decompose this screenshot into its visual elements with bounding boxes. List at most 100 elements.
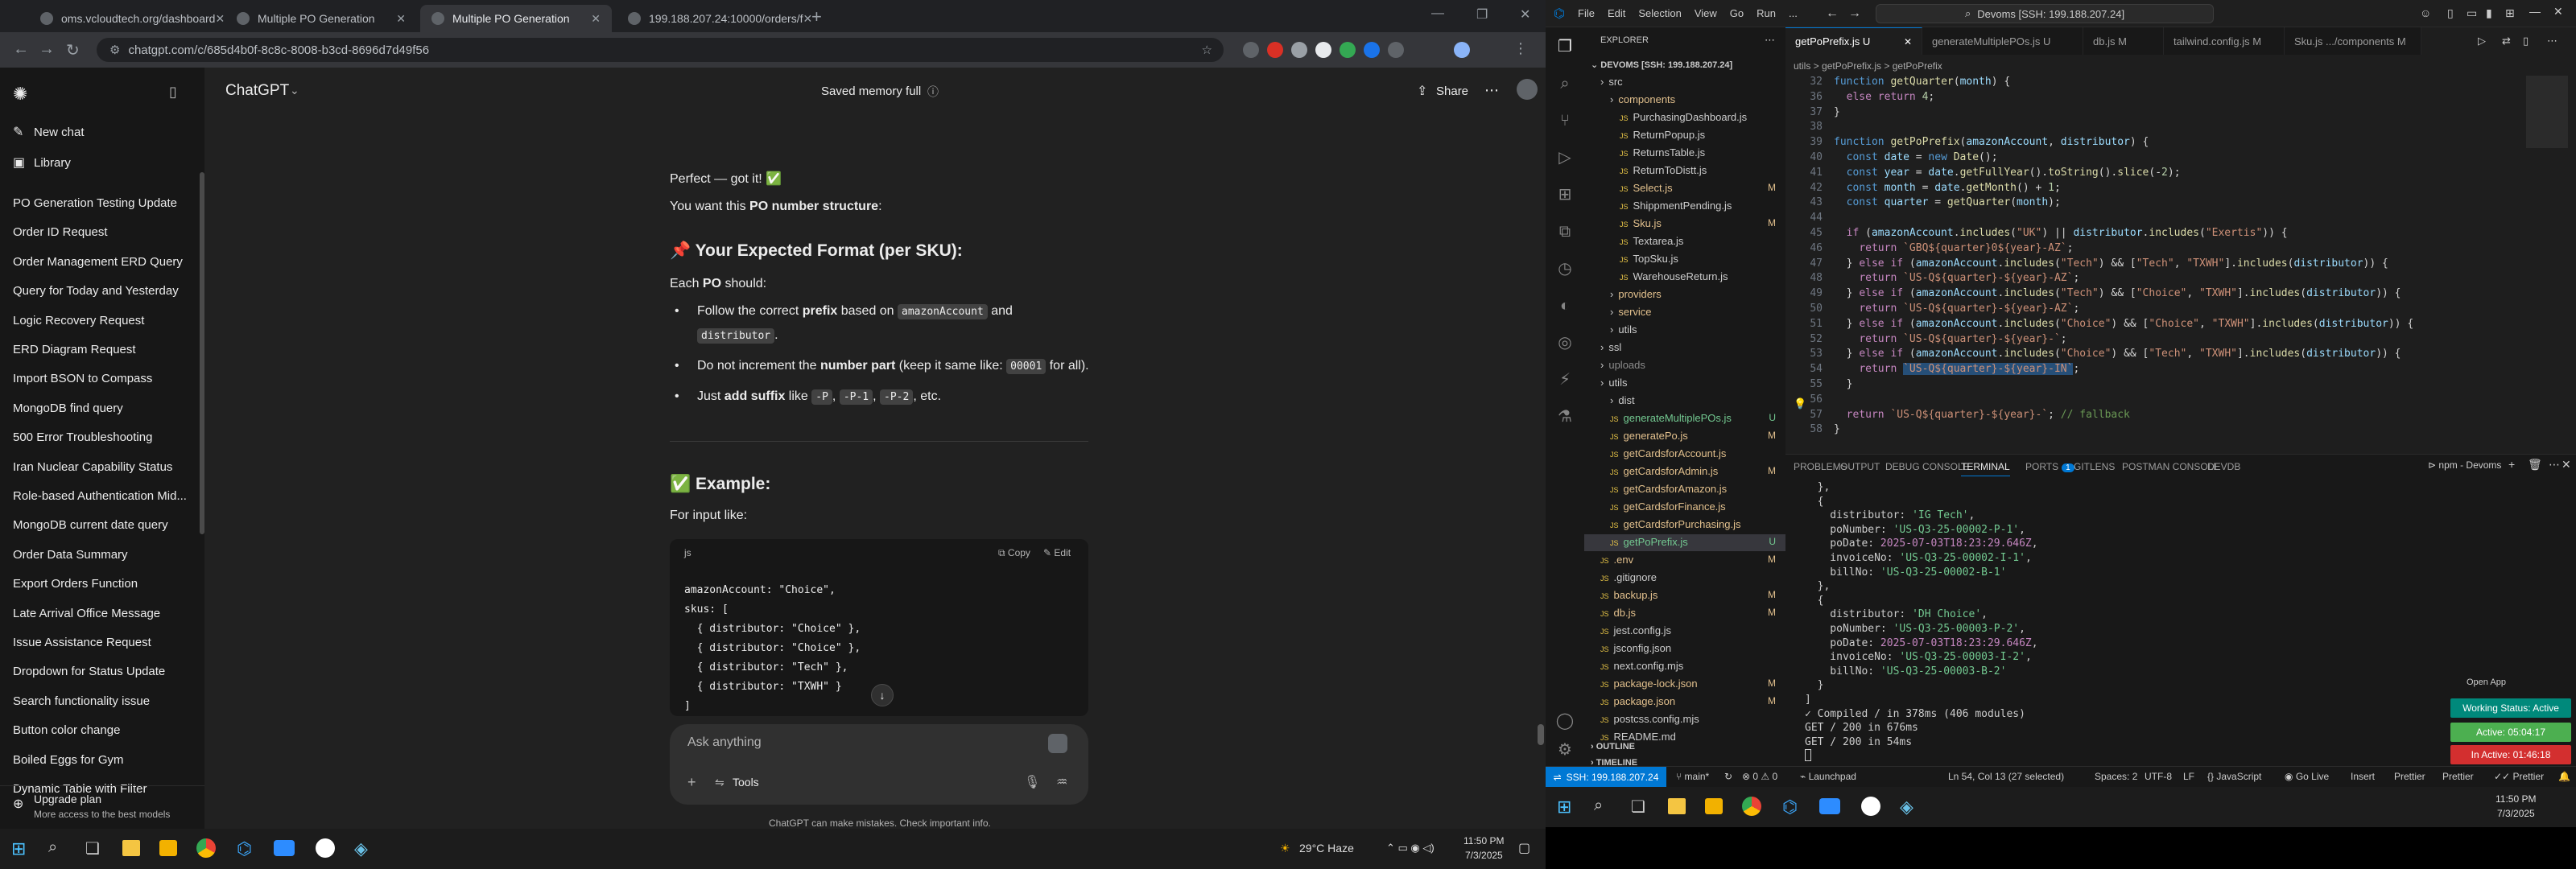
- remote-indicator[interactable]: ⇌ SSH: 199.188.207.24: [1546, 767, 1666, 787]
- file-item[interactable]: JS getPoPrefix.js: [1610, 536, 1688, 548]
- tools-button[interactable]: Tools: [733, 776, 759, 789]
- forward-icon[interactable]: →: [1848, 6, 1861, 21]
- file-item[interactable]: JS getCardsforAmazon.js: [1610, 483, 1727, 495]
- file-item[interactable]: JS package.json: [1600, 695, 1675, 707]
- app-taskbar-icon[interactable]: [316, 838, 335, 858]
- file-item[interactable]: JS generateMultiplePOs.js: [1610, 412, 1732, 424]
- layout-icon[interactable]: ▮: [2486, 6, 2492, 20]
- store-icon[interactable]: [1705, 798, 1723, 814]
- app-taskbar-icon[interactable]: [1861, 797, 1880, 816]
- chat-history-item[interactable]: Query for Today and Yesterday: [13, 284, 179, 298]
- app-taskbar-icon[interactable]: ◈: [354, 838, 368, 859]
- working-status-badge[interactable]: Working Status: Active: [2450, 698, 2571, 718]
- file-item[interactable]: JS WarehouseReturn.js: [1620, 270, 1728, 282]
- file-item[interactable]: JS ReturnPopup.js: [1620, 129, 1705, 141]
- test-icon[interactable]: ⚗: [1555, 407, 1575, 426]
- clock-time[interactable]: 11:50 PM: [2496, 793, 2536, 805]
- profile-avatar[interactable]: [1454, 42, 1470, 58]
- editor-tab[interactable]: db.js M: [2083, 27, 2164, 55]
- copilot-icon[interactable]: ☺: [2420, 6, 2431, 19]
- vscode-taskbar-icon[interactable]: ⌬: [1782, 797, 1798, 818]
- source-control-icon[interactable]: ⑂: [1555, 111, 1575, 130]
- clock-date[interactable]: 7/3/2025: [1465, 850, 1503, 861]
- prettier-status[interactable]: Prettier: [2394, 771, 2425, 782]
- browser-tab-3[interactable]: Multiple PO Generation ✕: [420, 5, 612, 32]
- scroll-down-icon[interactable]: ↓: [871, 684, 894, 706]
- file-explorer-icon[interactable]: [1668, 798, 1686, 814]
- tray-icons[interactable]: ⌃ ▭ ◉ ◁): [1386, 842, 1435, 855]
- folder-item[interactable]: › service: [1610, 306, 1652, 318]
- chat-history-item[interactable]: Late Arrival Office Message: [13, 607, 160, 620]
- database-icon[interactable]: ⚡: [1555, 370, 1575, 389]
- user-avatar[interactable]: [1517, 79, 1538, 100]
- editor-tab[interactable]: getPoPrefix.js U ✕: [1785, 27, 1922, 55]
- back-icon[interactable]: ←: [1826, 6, 1839, 21]
- toggle-sidebar-icon[interactable]: ▯: [169, 84, 177, 101]
- close-window-button[interactable]: ✕: [2553, 5, 2563, 19]
- folder-item[interactable]: › ssl: [1600, 341, 1621, 353]
- code-editor[interactable]: 32 function getQuarter(month) {36 else re…: [1785, 74, 2510, 454]
- folder-item[interactable]: › src: [1600, 76, 1623, 88]
- remote-explorer-icon[interactable]: ⧉: [1555, 222, 1575, 241]
- panel-tab-output[interactable]: OUTPUT: [1840, 461, 1880, 472]
- minimap[interactable]: [2526, 76, 2568, 148]
- more-options-icon[interactable]: ⋯: [1484, 82, 1499, 99]
- cursor-position[interactable]: Ln 54, Col 13 (27 selected): [1948, 771, 2064, 782]
- file-item[interactable]: JS backup.js: [1600, 589, 1657, 601]
- bookmark-star-icon[interactable]: ☆: [1202, 43, 1212, 57]
- extension-icon[interactable]: [1243, 42, 1259, 58]
- menu-item[interactable]: ...: [1789, 7, 1798, 19]
- panel-tab-devdb[interactable]: DEVDB: [2207, 461, 2240, 472]
- menu-item[interactable]: Run: [1757, 7, 1776, 19]
- openai-logo-icon[interactable]: ✺: [13, 84, 27, 105]
- sync-icon[interactable]: ↻: [1724, 771, 1732, 782]
- file-explorer-icon[interactable]: [122, 840, 140, 856]
- new-chat-button[interactable]: New chat: [34, 126, 85, 139]
- layout-icon[interactable]: ▯: [2447, 6, 2454, 20]
- close-icon[interactable]: ✕: [1904, 36, 1912, 47]
- panel-tab-gitlens[interactable]: GITLENS: [2074, 461, 2115, 472]
- workspace-root[interactable]: ⌄ DEVOMS [SSH: 199.188.207.24]: [1591, 60, 1732, 70]
- browser-tab-2[interactable]: Multiple PO Generation ✕: [225, 5, 417, 32]
- folder-item[interactable]: › utils: [1610, 323, 1637, 336]
- back-icon[interactable]: ←: [13, 40, 29, 59]
- file-item[interactable]: JS ReturnToDistt.js: [1620, 164, 1707, 176]
- close-panel-icon[interactable]: ✕: [2562, 458, 2571, 472]
- file-item[interactable]: JS ShippmentPending.js: [1620, 200, 1732, 212]
- app-taskbar-icon[interactable]: ◈: [1900, 797, 1913, 818]
- folder-item[interactable]: › components: [1610, 93, 1675, 105]
- account-icon[interactable]: ◯: [1555, 711, 1575, 731]
- chat-history-item[interactable]: Order Data Summary: [13, 548, 128, 562]
- chat-history-item[interactable]: Order ID Request: [13, 225, 108, 239]
- file-item[interactable]: JS jsconfig.json: [1600, 642, 1671, 654]
- layout-icon[interactable]: ▭: [2467, 6, 2477, 20]
- file-item[interactable]: JS TopSku.js: [1620, 253, 1678, 265]
- search-icon[interactable]: ⌕: [1555, 74, 1575, 93]
- maximize-button[interactable]: ❐: [1476, 6, 1488, 23]
- panel-tab-debug-console[interactable]: DEBUG CONSOLE: [1885, 461, 1970, 472]
- chat-history-item[interactable]: Issue Assistance Request: [13, 636, 151, 649]
- branch-indicator[interactable]: ⑂ main*: [1676, 771, 1709, 782]
- chat-history-item[interactable]: Button color change: [13, 723, 120, 737]
- file-item[interactable]: JS postcss.config.mjs: [1600, 713, 1699, 725]
- chat-history-item[interactable]: PO Generation Testing Update: [13, 196, 177, 210]
- minimize-button[interactable]: —: [1431, 6, 1444, 21]
- panel-tab-terminal[interactable]: TERMINAL: [1961, 461, 2010, 476]
- language-mode[interactable]: {} JavaScript: [2207, 771, 2261, 782]
- timeline-icon[interactable]: ◷: [1555, 259, 1575, 278]
- tab-close-icon[interactable]: ✕: [215, 12, 225, 26]
- chrome-taskbar-icon[interactable]: [1742, 797, 1761, 816]
- file-item[interactable]: JS PurchasingDashboard.js: [1620, 111, 1747, 123]
- prettier-status[interactable]: ✓✓ Prettier: [2494, 771, 2544, 782]
- microphone-icon[interactable]: 🎙: [1024, 774, 1040, 790]
- file-item[interactable]: JS generatePo.js: [1610, 430, 1688, 442]
- chat-history-item[interactable]: MongoDB current date query: [13, 518, 168, 532]
- menu-item[interactable]: File: [1578, 7, 1595, 19]
- add-terminal-icon[interactable]: +: [2508, 458, 2515, 471]
- file-item[interactable]: JS getCardsforAccount.js: [1610, 447, 1726, 459]
- weather-text[interactable]: 29°C Haze: [1299, 842, 1354, 855]
- eol[interactable]: LF: [2183, 771, 2194, 782]
- share-button[interactable]: Share: [1436, 84, 1468, 98]
- new-tab-button[interactable]: +: [811, 6, 822, 27]
- editor-tab[interactable]: tailwind.config.js M: [2164, 27, 2285, 55]
